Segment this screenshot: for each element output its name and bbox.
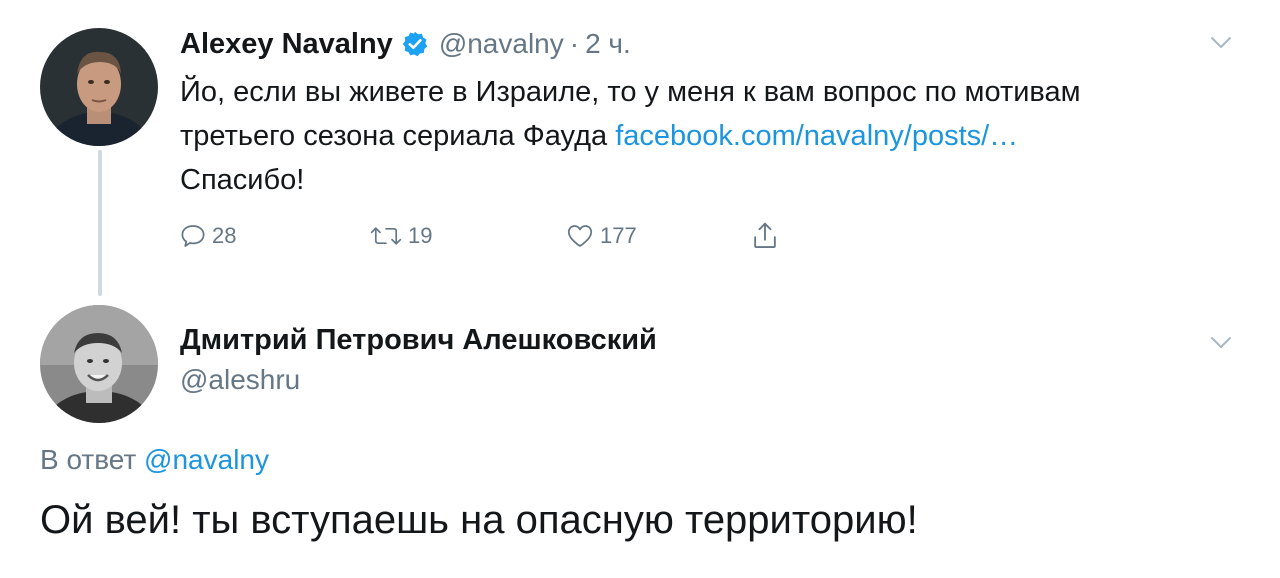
reply-author-name[interactable]: Дмитрий Петрович Алешковский xyxy=(180,324,657,357)
author-handle[interactable]: @navalny xyxy=(439,28,564,60)
reply-author-handle[interactable]: @aleshru xyxy=(180,364,300,396)
tweet-header: Alexey Navalny @navalny · 2 ч. xyxy=(180,22,631,66)
thread-line xyxy=(98,150,102,296)
reply-text: Ой вей! ты вступаешь на опасную территор… xyxy=(40,498,918,542)
share-button[interactable] xyxy=(750,216,780,256)
tweet-text-segment: третьего сезона сериала Фауда xyxy=(180,120,616,152)
avatar-navalny[interactable] xyxy=(40,28,158,146)
tweet-thread: Alexey Navalny @navalny · 2 ч. Йо, если … xyxy=(0,0,1280,578)
reply-to-mention[interactable]: @navalny xyxy=(144,444,269,475)
retweet-button[interactable]: 19 xyxy=(368,216,432,256)
chevron-down-icon[interactable] xyxy=(1210,336,1232,350)
author-name[interactable]: Alexey Navalny xyxy=(180,28,393,61)
reply-icon xyxy=(178,221,208,251)
like-button[interactable]: 177 xyxy=(564,216,637,256)
verified-badge-icon xyxy=(401,30,429,58)
retweet-icon xyxy=(368,221,404,251)
separator-dot: · xyxy=(569,28,580,59)
like-count: 177 xyxy=(600,223,637,248)
chevron-down-icon[interactable] xyxy=(1210,36,1232,50)
reply-button[interactable]: 28 xyxy=(178,216,236,256)
reply-to-label: В ответ xyxy=(40,444,145,475)
tweet-text: Йо, если вы живете в Израиле, то у меня … xyxy=(180,70,1240,202)
share-icon xyxy=(750,220,780,252)
tweet-text-line: Спасибо! xyxy=(180,164,305,196)
reply-count: 28 xyxy=(212,223,237,248)
tweet-link[interactable]: facebook.com/navalny/posts/… xyxy=(615,120,1018,152)
like-icon xyxy=(564,221,596,251)
reply-to-line: В ответ @navalny xyxy=(40,444,269,476)
tweet-time[interactable]: 2 ч. xyxy=(585,28,631,60)
tweet-actions: 28 19 177 xyxy=(178,216,798,256)
avatar-aleshru[interactable] xyxy=(40,305,158,423)
retweet-count: 19 xyxy=(408,223,433,248)
tweet-text-line: Йо, если вы живете в Израиле, то у меня … xyxy=(180,76,1081,108)
tweet-text-line: третьего сезона сериала Фауда facebook.c… xyxy=(180,114,1240,158)
